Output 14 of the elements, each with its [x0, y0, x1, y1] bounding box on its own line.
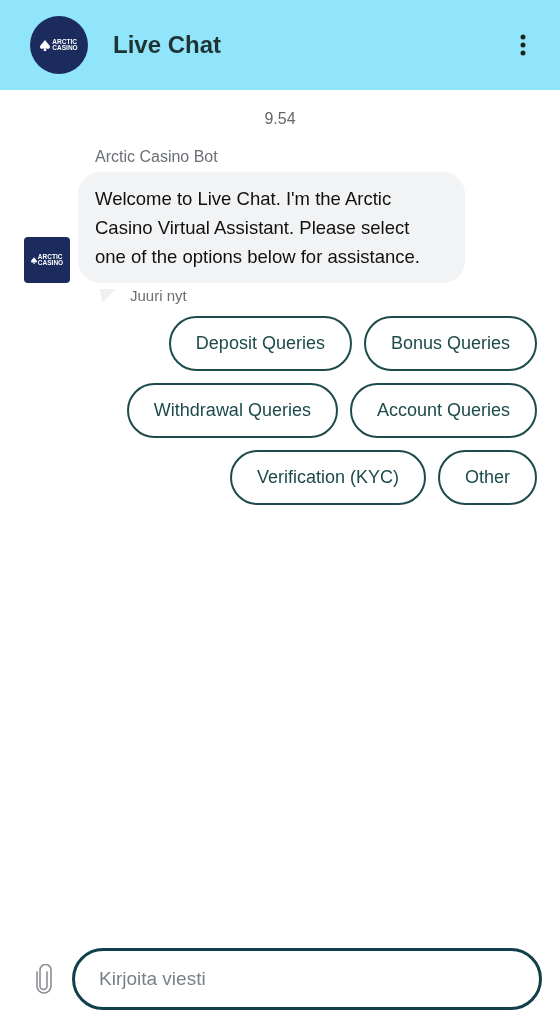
- message-bubble: Welcome to Live Chat. I'm the Arctic Casino Virtual Assistant. Please select one of the options below for assistance.: [78, 172, 465, 283]
- more-icon: [520, 34, 526, 56]
- header-title: Live Chat: [113, 31, 223, 59]
- sender-name: Arctic Casino Bot: [95, 148, 219, 166]
- quick-reply-button[interactable]: Withdrawal Queries: [126, 383, 338, 438]
- quick-reply-button[interactable]: Bonus Queries: [363, 316, 537, 371]
- quick-reply-button[interactable]: Verification (KYC): [229, 450, 426, 505]
- quick-reply-button[interactable]: Other: [437, 450, 537, 505]
- quick-reply-button[interactable]: Account Queries: [349, 383, 537, 438]
- timestamp: 9.54: [264, 110, 296, 128]
- quick-reply-button[interactable]: Deposit Queries: [168, 316, 352, 371]
- message-status: Juuri nyt: [130, 287, 187, 304]
- paperclip-icon[interactable]: [36, 964, 52, 994]
- message-input[interactable]: Kirjoita viesti: [72, 948, 542, 1010]
